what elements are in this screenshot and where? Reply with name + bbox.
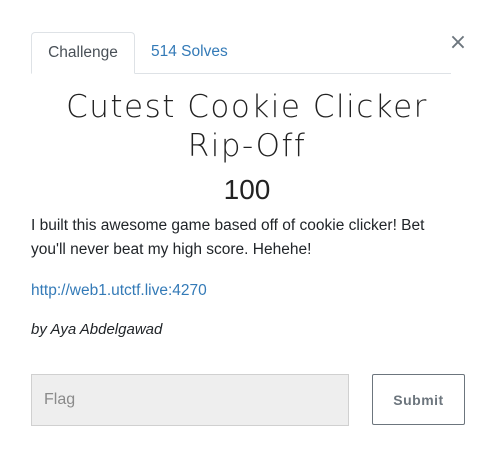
flag-input[interactable] bbox=[31, 374, 349, 426]
challenge-modal: Challenge 514 Solves × Cutest Cookie Cli… bbox=[0, 0, 494, 472]
challenge-tabs: Challenge 514 Solves bbox=[31, 32, 451, 74]
challenge-description: I built this awesome game based off of c… bbox=[31, 217, 425, 258]
close-icon[interactable]: × bbox=[447, 30, 469, 56]
tab-solves[interactable]: 514 Solves bbox=[135, 32, 244, 72]
tab-challenge[interactable]: Challenge bbox=[31, 32, 135, 74]
submit-button[interactable]: Submit bbox=[372, 374, 465, 425]
challenge-points: 100 bbox=[223, 174, 271, 205]
challenge-author: by Aya Abdelgawad bbox=[31, 321, 163, 338]
challenge-link[interactable]: http://web1.utctf.live:4270 bbox=[31, 280, 207, 302]
challenge-title: Cutest Cookie Clicker Rip-Off bbox=[66, 89, 428, 164]
